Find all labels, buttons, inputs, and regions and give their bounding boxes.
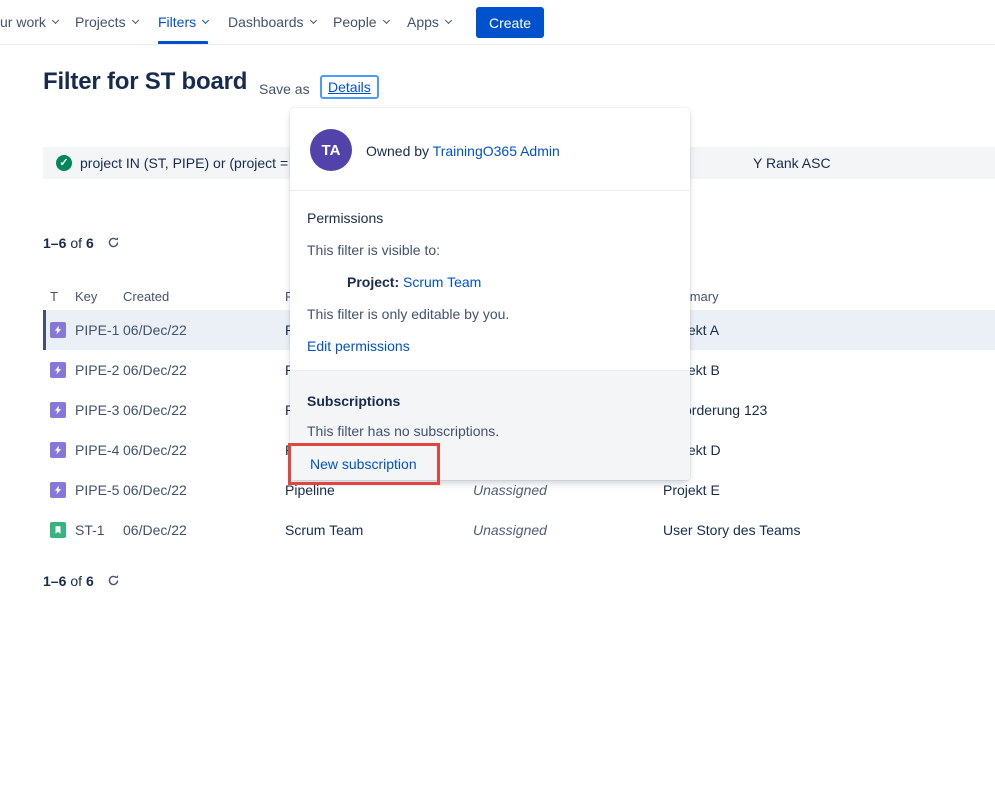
query-text-left: project IN (ST, PIPE) or (project = P	[80, 155, 301, 171]
new-subscription-link[interactable]: New subscription	[310, 456, 417, 472]
divider	[290, 190, 690, 191]
pagination-of-label: of	[70, 235, 82, 251]
details-button[interactable]: Details	[320, 75, 379, 99]
owned-by-label: Owned by	[366, 143, 433, 159]
save-as-button[interactable]: Save as	[259, 81, 310, 97]
issue-created: 06/Dec/22	[123, 482, 187, 498]
pagination-range: 1–6	[43, 235, 66, 251]
issue-created: 06/Dec/22	[123, 522, 187, 538]
nav-item-apps[interactable]: Apps	[407, 0, 451, 44]
issue-key[interactable]: PIPE-5	[75, 482, 119, 498]
refresh-icon	[107, 574, 120, 587]
pagination-bottom: 1–6 of 6	[43, 572, 122, 589]
column-header-created[interactable]: Created	[123, 289, 169, 304]
nav-item-label: Dashboards	[228, 14, 304, 30]
table-row[interactable]: ST-1 06/Dec/22 Scrum Team Unassigned Use…	[43, 510, 995, 550]
visibility-project-line: Project: Scrum Team	[347, 274, 481, 290]
top-navigation: ur work Projects Filters Dashboards Peop…	[0, 0, 995, 45]
issue-type-story-icon	[50, 522, 66, 538]
issue-project: Pipeline	[285, 482, 335, 498]
issue-assignee: Unassigned	[473, 482, 547, 498]
issue-created: 06/Dec/22	[123, 402, 187, 418]
nav-item-label: Projects	[75, 14, 126, 30]
nav-item-label: People	[333, 14, 377, 30]
issue-key[interactable]: PIPE-3	[75, 402, 119, 418]
owned-by-line: Owned by TrainingO365 Admin	[366, 143, 560, 159]
issue-summary: Projekt E	[663, 482, 720, 498]
permissions-heading: Permissions	[307, 210, 383, 226]
nav-item-people[interactable]: People	[333, 0, 389, 44]
nav-item-label: Apps	[407, 14, 439, 30]
issue-key[interactable]: PIPE-1	[75, 322, 119, 338]
project-label: Project:	[347, 274, 399, 290]
create-button[interactable]: Create	[476, 7, 544, 38]
refresh-button[interactable]	[105, 572, 122, 589]
chevron-down-icon	[52, 16, 59, 23]
chevron-down-icon	[445, 16, 452, 23]
nav-item-projects[interactable]: Projects	[75, 0, 138, 44]
issue-created: 06/Dec/22	[123, 322, 187, 338]
pagination-of-label: of	[70, 573, 82, 589]
owner-avatar[interactable]: TA	[310, 129, 352, 171]
editable-text: This filter is only editable by you.	[307, 306, 509, 322]
subscriptions-text: This filter has no subscriptions.	[307, 423, 499, 439]
nav-item-your-work[interactable]: ur work	[0, 0, 58, 44]
nav-item-dashboards[interactable]: Dashboards	[228, 0, 316, 44]
refresh-icon	[107, 236, 120, 249]
pagination-range: 1–6	[43, 573, 66, 589]
issue-type-pipeline-icon	[50, 442, 66, 458]
issue-assignee: Unassigned	[473, 522, 547, 538]
nav-item-label: ur work	[0, 14, 46, 30]
pagination-total: 6	[86, 235, 94, 251]
chevron-down-icon	[202, 16, 209, 23]
page-title: Filter for ST board	[43, 68, 247, 96]
edit-permissions-link[interactable]: Edit permissions	[307, 338, 410, 354]
query-text-right: Y Rank ASC	[753, 155, 831, 171]
pagination-top: 1–6 of 6	[43, 234, 122, 251]
issue-summary: User Story des Teams	[663, 522, 800, 538]
issue-project: Scrum Team	[285, 522, 363, 538]
nav-item-label: Filters	[158, 14, 196, 30]
app-root: ur work Projects Filters Dashboards Peop…	[0, 0, 995, 797]
chevron-down-icon	[383, 16, 390, 23]
chevron-down-icon	[132, 16, 139, 23]
issue-key[interactable]: PIPE-2	[75, 362, 119, 378]
column-header-key[interactable]: Key	[75, 289, 97, 304]
issue-type-pipeline-icon	[50, 482, 66, 498]
subscriptions-heading: Subscriptions	[307, 393, 400, 409]
issue-type-pipeline-icon	[50, 402, 66, 418]
issue-type-pipeline-icon	[50, 362, 66, 378]
subscriptions-section: Subscriptions This filter has no subscri…	[290, 370, 690, 480]
nav-item-filters[interactable]: Filters	[158, 0, 208, 44]
issue-type-pipeline-icon	[50, 322, 66, 338]
query-valid-check-icon: ✓	[56, 155, 72, 171]
filter-details-popup: TA Owned by TrainingO365 Admin Permissio…	[290, 108, 690, 480]
chevron-down-icon	[309, 16, 316, 23]
pagination-total: 6	[86, 573, 94, 589]
refresh-button[interactable]	[105, 234, 122, 251]
column-header-type[interactable]: T	[50, 289, 58, 304]
visibility-text: This filter is visible to:	[307, 242, 440, 258]
issue-created: 06/Dec/22	[123, 362, 187, 378]
project-link[interactable]: Scrum Team	[403, 274, 481, 290]
issue-created: 06/Dec/22	[123, 442, 187, 458]
owner-name-link[interactable]: TrainingO365 Admin	[433, 143, 560, 159]
issue-key[interactable]: PIPE-4	[75, 442, 119, 458]
issue-key[interactable]: ST-1	[75, 522, 105, 538]
